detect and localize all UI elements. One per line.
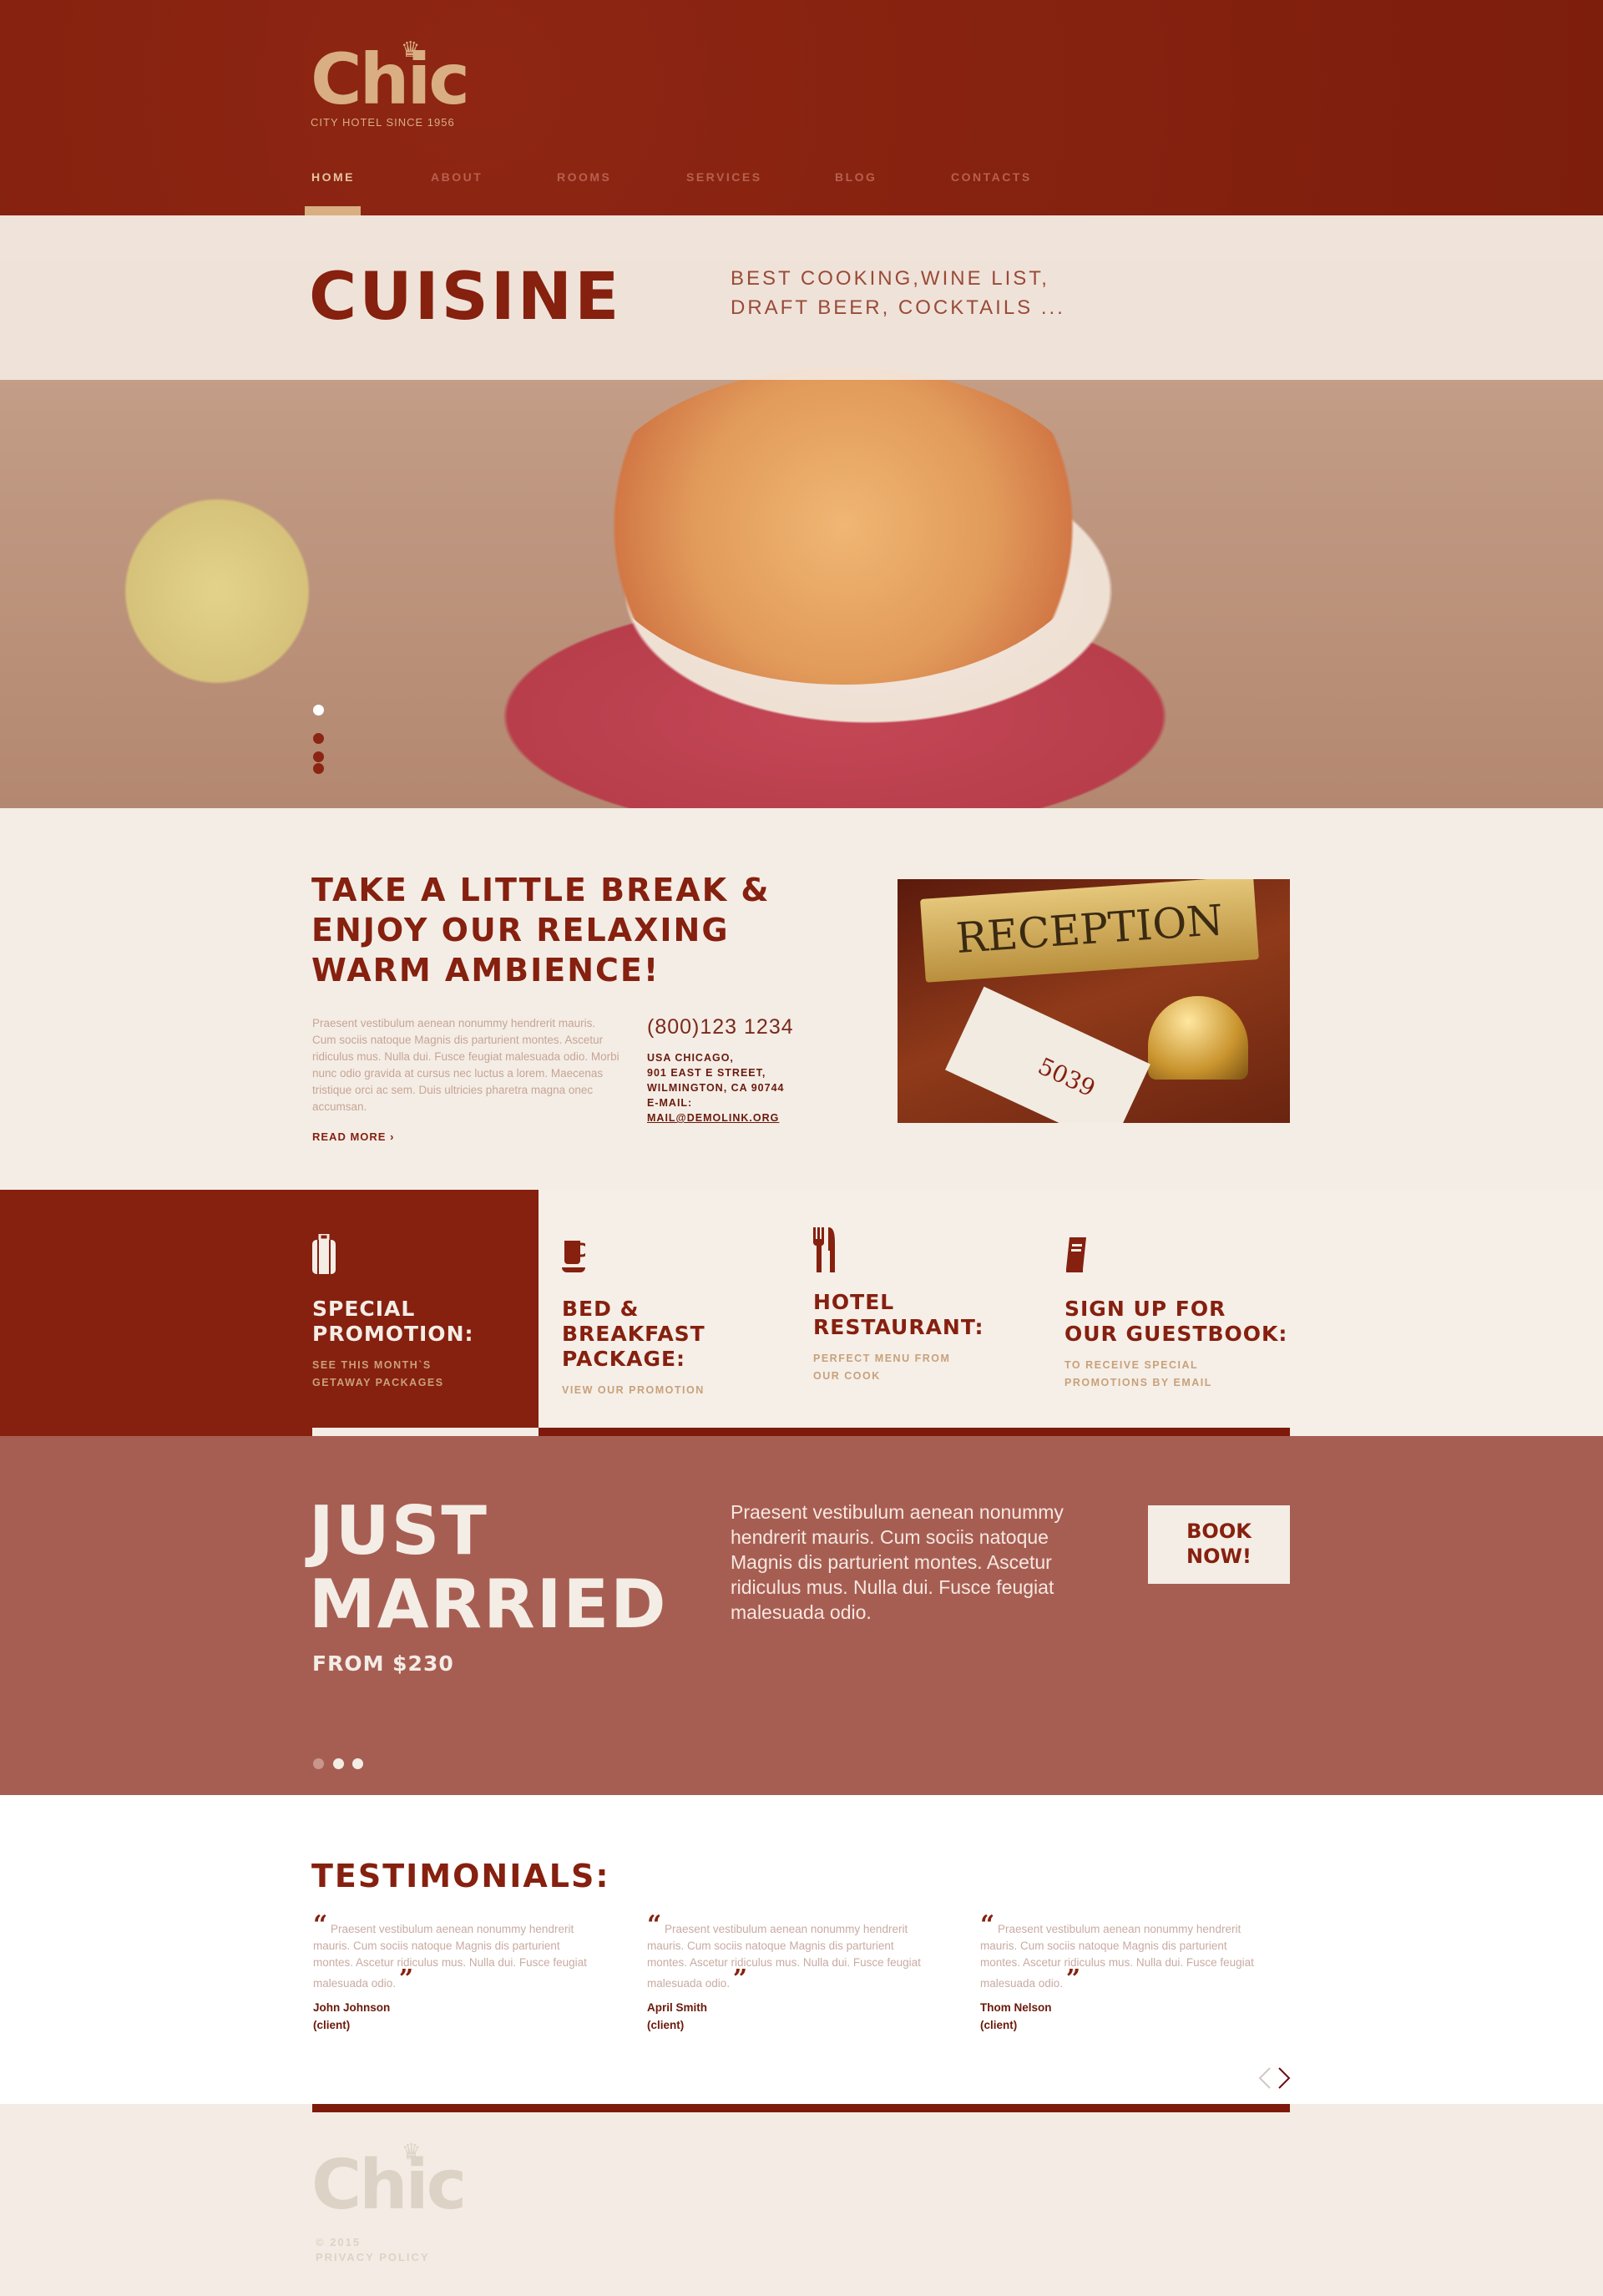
feature-hotel-restaurant[interactable]: HOTEL RESTAURANT: PERFECT MENU FROM OUR …: [813, 1227, 1030, 1385]
address: USA CHICAGO, 901 EAST E STREET, WILMINGT…: [647, 1052, 785, 1124]
copyright: © 2015: [316, 2236, 362, 2248]
phone: (800)123 1234: [647, 1015, 794, 1039]
suitcase-icon: [312, 1232, 336, 1274]
prev-arrow-icon[interactable]: [1258, 2066, 1272, 2090]
tagline: CITY HOTEL SINCE 1956: [311, 116, 455, 129]
crown-icon: ♛: [402, 2139, 422, 2164]
slider-dot-1[interactable]: [313, 705, 324, 716]
promo-dot-3[interactable]: [352, 1758, 363, 1769]
quote-open-icon: “: [647, 1910, 662, 1939]
email-link[interactable]: MAIL@DEMOLINK.ORG: [647, 1112, 779, 1124]
slider-dot-3[interactable]: [313, 751, 324, 762]
read-more-link[interactable]: READ MORE ›: [312, 1130, 394, 1143]
testimonials-title: TESTIMONIALS:: [311, 1858, 610, 1894]
nav-rooms[interactable]: ROOMS: [557, 170, 611, 184]
hero-title: CUISINE: [309, 260, 622, 335]
quote-close-icon: ”: [732, 1965, 748, 1994]
nav-blog[interactable]: BLOG: [835, 170, 877, 184]
testimonial-2: “ Praesent vestibulum aenean nonummy hen…: [647, 1910, 921, 2032]
nav-active-indicator: [305, 206, 361, 215]
promo-price: FROM $230: [312, 1651, 454, 1676]
bell: [1148, 996, 1248, 1080]
slider-dot-4[interactable]: [313, 763, 324, 774]
quote-open-icon: “: [980, 1910, 995, 1939]
crown-icon: ♛: [401, 37, 421, 62]
logo[interactable]: ♛ Chic CITY HOTEL SINCE 1956: [311, 37, 470, 129]
testimonial-1: “ Praesent vestibulum aenean nonummy hen…: [313, 1910, 587, 2032]
feature-guestbook[interactable]: SIGN UP FOR OUR GUESTBOOK: TO RECEIVE SP…: [1064, 1234, 1290, 1392]
chevron-right-icon: ›: [390, 1130, 395, 1143]
slider-dot-2[interactable]: [313, 733, 324, 744]
feature-bar-light: [312, 1428, 539, 1436]
nav-contacts[interactable]: CONTACTS: [951, 170, 1032, 184]
key-card: 5039: [945, 986, 1150, 1123]
about-text: Praesent vestibulum aenean nonummy hendr…: [312, 1017, 619, 1113]
nav-services[interactable]: SERVICES: [686, 170, 762, 184]
promo-title: JUST MARRIED: [309, 1492, 668, 1643]
testimonial-3: “ Praesent vestibulum aenean nonummy hen…: [980, 1910, 1254, 2032]
quote-close-icon: ”: [1065, 1965, 1081, 1994]
reception-image: RECEPTION 5039: [898, 879, 1290, 1123]
footer: [0, 2104, 1603, 2296]
book-icon: [1066, 1237, 1086, 1272]
promo-dot-2[interactable]: [333, 1758, 344, 1769]
footer-logo[interactable]: ♛ Chic: [311, 2139, 467, 2228]
quote-open-icon: “: [313, 1910, 328, 1939]
about-heading: TAKE A LITTLE BREAK & ENJOY OUR RELAXING…: [311, 872, 771, 989]
footer-divider: [312, 2104, 1290, 2112]
feature-special-promotion[interactable]: SPECIAL PROMOTION: SEE THIS MONTH`S GETA…: [312, 1232, 529, 1392]
site-header: [0, 0, 1603, 215]
hero-image-pasta: [584, 367, 1102, 685]
privacy-policy-link[interactable]: PRIVACY POLICY: [316, 2251, 430, 2263]
quote-close-icon: ”: [398, 1965, 414, 1994]
fork-knife-icon: [813, 1227, 835, 1272]
reception-sign: RECEPTION: [919, 879, 1260, 983]
about-section: [0, 808, 1603, 1190]
promo-dot-1[interactable]: [313, 1758, 324, 1769]
nav-home[interactable]: HOME: [311, 170, 355, 184]
feature-bed-breakfast[interactable]: BED & BREAKFAST PACKAGE: VIEW OUR PROMOT…: [562, 1234, 779, 1399]
promo-text: Praesent vestibulum aenean nonummy hendr…: [731, 1501, 1064, 1623]
nav-about[interactable]: ABOUT: [431, 170, 483, 184]
next-arrow-icon[interactable]: [1277, 2066, 1291, 2090]
coffee-cup-icon: [562, 1241, 589, 1272]
hero-subtitle: BEST COOKING,WINE LIST, DRAFT BEER, COCK…: [731, 267, 1065, 319]
feature-bar-dark: [539, 1428, 1290, 1436]
book-now-button[interactable]: BOOK NOW!: [1148, 1505, 1290, 1584]
